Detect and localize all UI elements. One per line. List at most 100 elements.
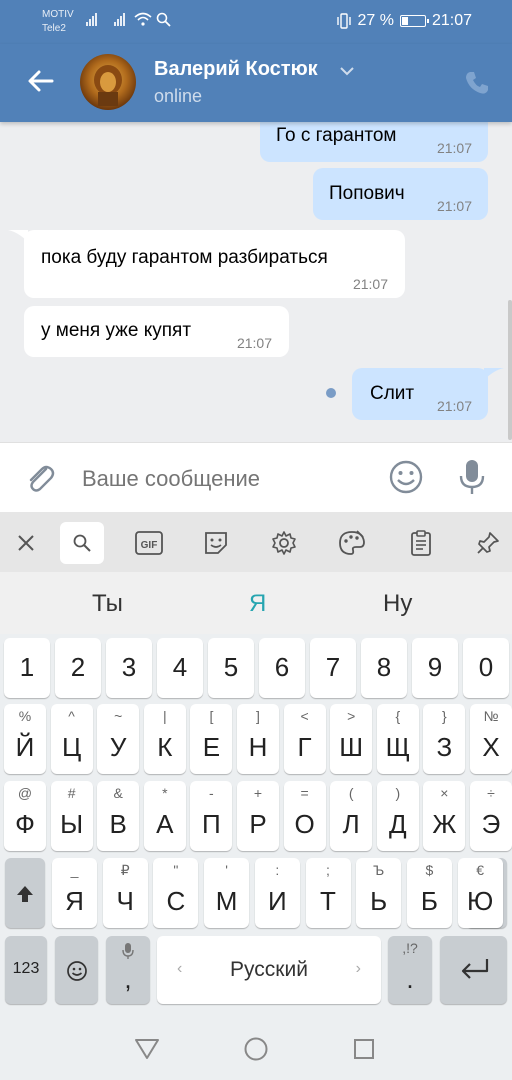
suggestion-item[interactable]: Я — [249, 590, 266, 618]
key-secondary-label: ₽ — [120, 862, 130, 878]
suggestion-item[interactable]: Ну — [383, 590, 412, 618]
letter-key[interactable]: } З — [423, 704, 466, 774]
letter-key[interactable]: :И — [254, 858, 300, 928]
key-label: Ш — [339, 732, 364, 762]
key-label: Ц — [61, 732, 82, 762]
letter-key[interactable]: & В — [97, 781, 140, 851]
pin-icon[interactable] — [466, 522, 510, 564]
letter-key[interactable]: ^ Ц — [50, 704, 93, 774]
key-label: Л — [342, 809, 360, 839]
letter-key[interactable]: ) Д — [376, 781, 419, 851]
space-key[interactable]: ‹ Русский › — [157, 936, 381, 1004]
letter-key[interactable]: | К — [143, 704, 186, 774]
letter-key[interactable]: € Ю — [457, 858, 503, 928]
letter-key[interactable]: ' М — [204, 858, 250, 928]
suggestion-item[interactable]: Ты — [92, 590, 123, 618]
letter-key[interactable]: ] Н — [237, 704, 279, 774]
sticker-icon[interactable] — [194, 522, 238, 564]
letter-key[interactable]: [Е — [190, 704, 233, 774]
key-label: Щ — [385, 732, 410, 762]
message-text: Слит — [370, 383, 415, 404]
letter-key[interactable]: {Щ — [376, 704, 419, 774]
phone-icon[interactable] — [464, 70, 490, 96]
message-input[interactable] — [74, 457, 374, 501]
letter-key[interactable]: ; Т — [305, 858, 351, 928]
message-bubble[interactable]: пока буду гарантом разбираться 21:07 — [24, 230, 405, 298]
shift-key[interactable] — [5, 858, 45, 928]
letter-key[interactable]: @ Ф — [4, 781, 46, 851]
key-label: Т — [320, 886, 336, 916]
contact-name[interactable]: Валерий Костюк — [154, 58, 318, 81]
message-list[interactable]: Го с гарантом 21:07 Попович 21:07 пока б… — [0, 122, 512, 442]
key-label: О — [294, 809, 315, 839]
message-bubble[interactable]: у меня уже купят 21:07 — [24, 306, 289, 357]
letter-key[interactable]: № Х — [470, 704, 512, 774]
microphone-icon[interactable] — [456, 457, 488, 497]
key-secondary-label: ' — [225, 862, 228, 878]
chevron-down-icon[interactable] — [340, 66, 354, 76]
digit-key[interactable]: 4 — [157, 638, 203, 698]
letter-key[interactable]: $ Б — [406, 858, 452, 928]
search-icon[interactable] — [60, 522, 104, 564]
letter-key[interactable]: # Ы — [50, 781, 93, 851]
period-key-sub: ,!? — [402, 940, 418, 956]
key-label: Ы — [60, 809, 84, 839]
emoji-icon[interactable] — [388, 459, 424, 495]
scrollbar[interactable] — [508, 300, 512, 440]
letter-key[interactable]: ЪЬ — [356, 858, 402, 928]
key-label: А — [156, 809, 174, 839]
avatar[interactable] — [80, 54, 136, 110]
back-nav-icon[interactable] — [134, 1038, 160, 1060]
letter-key[interactable]: ~ У — [97, 704, 140, 774]
message-bubble[interactable]: Го с гарантом 21:07 — [260, 122, 488, 162]
gif-icon[interactable]: GIF — [127, 522, 171, 564]
digit-key[interactable]: 9 — [412, 638, 458, 698]
digit-key[interactable]: 0 — [463, 638, 509, 698]
key-label: 2 — [70, 652, 86, 682]
letter-key[interactable]: -П — [190, 781, 233, 851]
letter-key[interactable]: * А — [143, 781, 186, 851]
letter-key[interactable]: ÷ Э — [470, 781, 512, 851]
palette-icon[interactable] — [330, 522, 374, 564]
key-secondary-label: € — [476, 862, 484, 878]
message-bubble[interactable]: Слит 21:07 — [352, 368, 488, 420]
clipboard-icon[interactable] — [399, 522, 443, 564]
carrier-info: MOTIV Tele2 — [42, 8, 74, 36]
letter-key[interactable]: = О — [283, 781, 326, 851]
numbers-key[interactable]: 123 — [5, 936, 47, 1004]
letter-key[interactable]: + Р — [237, 781, 279, 851]
key-secondary-label: | — [162, 708, 167, 724]
letter-key[interactable]: (Л — [330, 781, 373, 851]
emoji-key[interactable] — [55, 936, 98, 1004]
gear-icon[interactable] — [262, 522, 306, 564]
letter-key[interactable]: % Й — [4, 704, 46, 774]
home-icon[interactable] — [243, 1036, 269, 1062]
period-key[interactable]: ,!? . — [388, 936, 432, 1004]
letter-key[interactable]: × Ж — [423, 781, 466, 851]
paperclip-icon[interactable] — [24, 461, 56, 495]
letter-key[interactable]: < Г — [283, 704, 326, 774]
key-label: З — [436, 732, 453, 762]
close-icon[interactable] — [4, 522, 48, 564]
letter-key[interactable]: ₽ Ч — [102, 858, 148, 928]
digit-key[interactable]: 6 — [259, 638, 305, 698]
letter-key[interactable]: _ Я — [52, 858, 97, 928]
message-bubble[interactable]: Попович 21:07 — [313, 168, 488, 220]
enter-icon — [461, 959, 489, 979]
digit-key[interactable]: 7 — [310, 638, 356, 698]
letter-key[interactable]: > Ш — [330, 704, 373, 774]
key-secondary-label: # — [67, 785, 76, 801]
key-secondary-label: ; — [326, 862, 330, 878]
recents-icon[interactable] — [353, 1038, 375, 1060]
letter-key[interactable]: " С — [153, 858, 199, 928]
enter-key[interactable] — [440, 936, 507, 1004]
comma-key[interactable]: , — [106, 936, 150, 1004]
digit-key[interactable]: 5 — [208, 638, 254, 698]
key-label: Р — [249, 809, 267, 839]
back-arrow-icon[interactable] — [26, 66, 56, 96]
digit-key[interactable]: 2 — [55, 638, 101, 698]
key-label: Ю — [466, 886, 494, 916]
digit-key[interactable]: 1 — [4, 638, 50, 698]
digit-key[interactable]: 3 — [106, 638, 152, 698]
digit-key[interactable]: 8 — [361, 638, 407, 698]
